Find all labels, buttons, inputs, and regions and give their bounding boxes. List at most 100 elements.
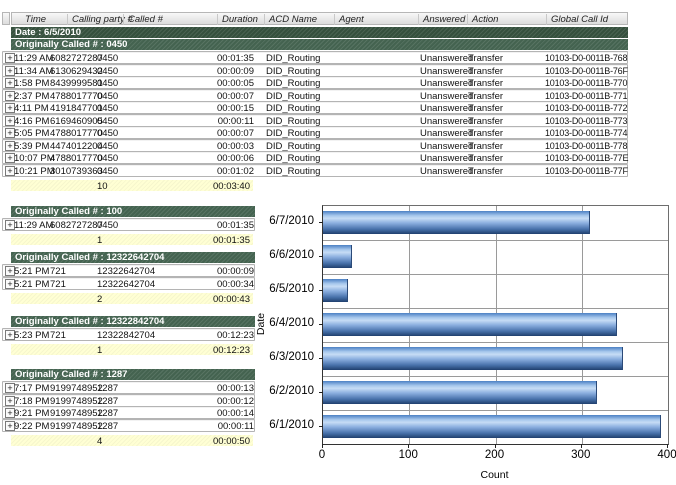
cell-acd: DID_Routing: [266, 128, 332, 139]
cell-answered: Unanswered: [420, 141, 466, 152]
cell-called: 1287: [97, 421, 214, 432]
cell-calling: 721: [50, 266, 96, 277]
cell-answered: Unanswered: [420, 91, 466, 102]
table-row: +5:21 PM7211232264270400:00:34: [2, 277, 255, 290]
cell-calling: 9199748952: [50, 396, 96, 407]
cell-duration: 00:00:34: [215, 279, 254, 290]
column-header-global_id: Global Call Id: [546, 14, 608, 25]
y-axis-tick: [319, 222, 323, 223]
y-axis-tick: [319, 324, 323, 325]
summary-count: 1: [97, 235, 102, 246]
chart-bar: [323, 279, 348, 302]
x-axis-label: Count: [322, 469, 667, 481]
cell-global_id: 10103-D0-0011B-768: [545, 53, 629, 63]
cell-action: Transfer: [468, 141, 543, 152]
table-row: +7:17 PM9199748952128700:00:13: [2, 381, 255, 394]
cell-acd: DID_Routing: [266, 116, 332, 127]
cell-calling: 9199748952: [50, 421, 96, 432]
y-axis-tick: [319, 426, 323, 427]
gridline: [323, 274, 668, 275]
x-axis-tick: [408, 444, 409, 448]
group-summary-row: 2 00:00:43: [11, 293, 253, 304]
table-row: +5:21 PM7211232264270400:00:09: [2, 264, 255, 277]
x-tick-label: 200: [475, 449, 515, 461]
report-page: TimeCalling party #Called #DurationACD N…: [0, 0, 676, 485]
cell-called: 1287: [97, 396, 214, 407]
cell-duration: 00:00:13: [215, 383, 254, 394]
gridline: [323, 342, 668, 343]
cell-answered: Unanswered: [420, 116, 466, 127]
cell-global_id: 10103-D0-0011B-770: [545, 78, 629, 88]
x-axis-tick: [667, 444, 668, 448]
y-axis-tick: [319, 392, 323, 393]
cell-time: 7:18 PM: [14, 396, 50, 407]
y-axis-tick: [319, 358, 323, 359]
cell-action: Transfer: [468, 153, 543, 164]
category-label: 6/6/2010: [250, 249, 314, 262]
cell-answered: Unanswered: [420, 166, 466, 177]
section-header: Originally Called # : 12322842704: [11, 316, 255, 327]
cell-answered: Unanswered: [420, 153, 466, 164]
cell-answered: Unanswered: [420, 66, 466, 77]
cell-duration: 00:12:23: [215, 330, 254, 341]
chart-bar: [323, 211, 590, 234]
summary-duration: 00:00:43: [213, 294, 250, 305]
bar-chart: Count Date 01002003004006/7/20106/6/2010…: [250, 198, 676, 485]
cell-time: 9:22 PM: [14, 421, 50, 432]
category-label: 6/3/2010: [250, 351, 314, 364]
cell-acd: DID_Routing: [266, 78, 332, 89]
gridline: [323, 240, 668, 241]
summary-duration: 00:00:50: [213, 436, 250, 447]
cell-calling: 721: [50, 279, 96, 290]
cell-global_id: 10103-D0-0011B-77E: [545, 153, 629, 163]
chart-bar: [323, 415, 661, 438]
cell-action: Transfer: [468, 103, 543, 114]
x-tick-label: 100: [388, 449, 428, 461]
cell-called: 0450: [97, 220, 214, 231]
x-tick-label: 300: [561, 449, 601, 461]
gridline: [323, 410, 668, 411]
cell-duration: 00:00:12: [215, 396, 254, 407]
cell-action: Transfer: [468, 53, 543, 64]
summary-count: 1: [97, 345, 102, 356]
table-row: +9:21 PM9199748952128700:00:14: [2, 406, 255, 419]
cell-calling: 9199748952: [50, 383, 96, 394]
column-header-acd: ACD Name: [264, 14, 317, 25]
cell-action: Transfer: [468, 128, 543, 139]
section-header: Originally Called # : 1287: [11, 369, 255, 380]
x-tick-label: 400: [647, 449, 676, 461]
cell-time: 9:21 PM: [14, 408, 50, 419]
cell-answered: Unanswered: [420, 128, 466, 139]
y-axis-tick: [319, 290, 323, 291]
group-summary-row: 4 00:00:50: [11, 435, 253, 446]
cell-global_id: 10103-D0-0011B-772: [545, 103, 629, 113]
summary-count: 4: [97, 436, 102, 447]
cell-calling: 6082727287: [50, 220, 96, 231]
column-header-agent: Agent: [334, 14, 364, 25]
cell-action: Transfer: [468, 116, 543, 127]
gridline: [323, 376, 668, 377]
summary-duration: 00:12:23: [213, 345, 250, 356]
cell-global_id: 10103-D0-0011B-778: [545, 141, 629, 151]
cell-called: 1287: [97, 383, 214, 394]
cell-acd: DID_Routing: [266, 91, 332, 102]
chart-bar: [323, 347, 623, 370]
group-summary-row: 1 00:12:23: [11, 344, 253, 355]
grouped-sections: Originally Called # : 100+11:29 AM608272…: [2, 0, 262, 485]
group-summary-row: 100:01:35: [11, 234, 253, 245]
x-axis-tick: [581, 444, 582, 448]
cell-called: 1287: [97, 408, 214, 419]
cell-time: 7:17 PM: [14, 383, 50, 394]
cell-global_id: 10103-D0-0011B-771: [545, 91, 629, 101]
cell-answered: Unanswered: [420, 103, 466, 114]
cell-duration: 00:00:09: [215, 266, 254, 277]
y-axis-tick: [319, 256, 323, 257]
summary-count: 2: [97, 294, 102, 305]
column-header-action: Action: [467, 14, 498, 25]
x-axis-tick: [322, 444, 323, 448]
cell-answered: Unanswered: [420, 78, 466, 89]
cell-global_id: 10103-D0-0011B-774: [545, 128, 629, 138]
category-label: 6/1/2010: [250, 419, 314, 432]
cell-duration: 00:00:11: [215, 421, 254, 432]
table-row: +11:29 AM6082727287045000:01:35: [2, 218, 255, 231]
